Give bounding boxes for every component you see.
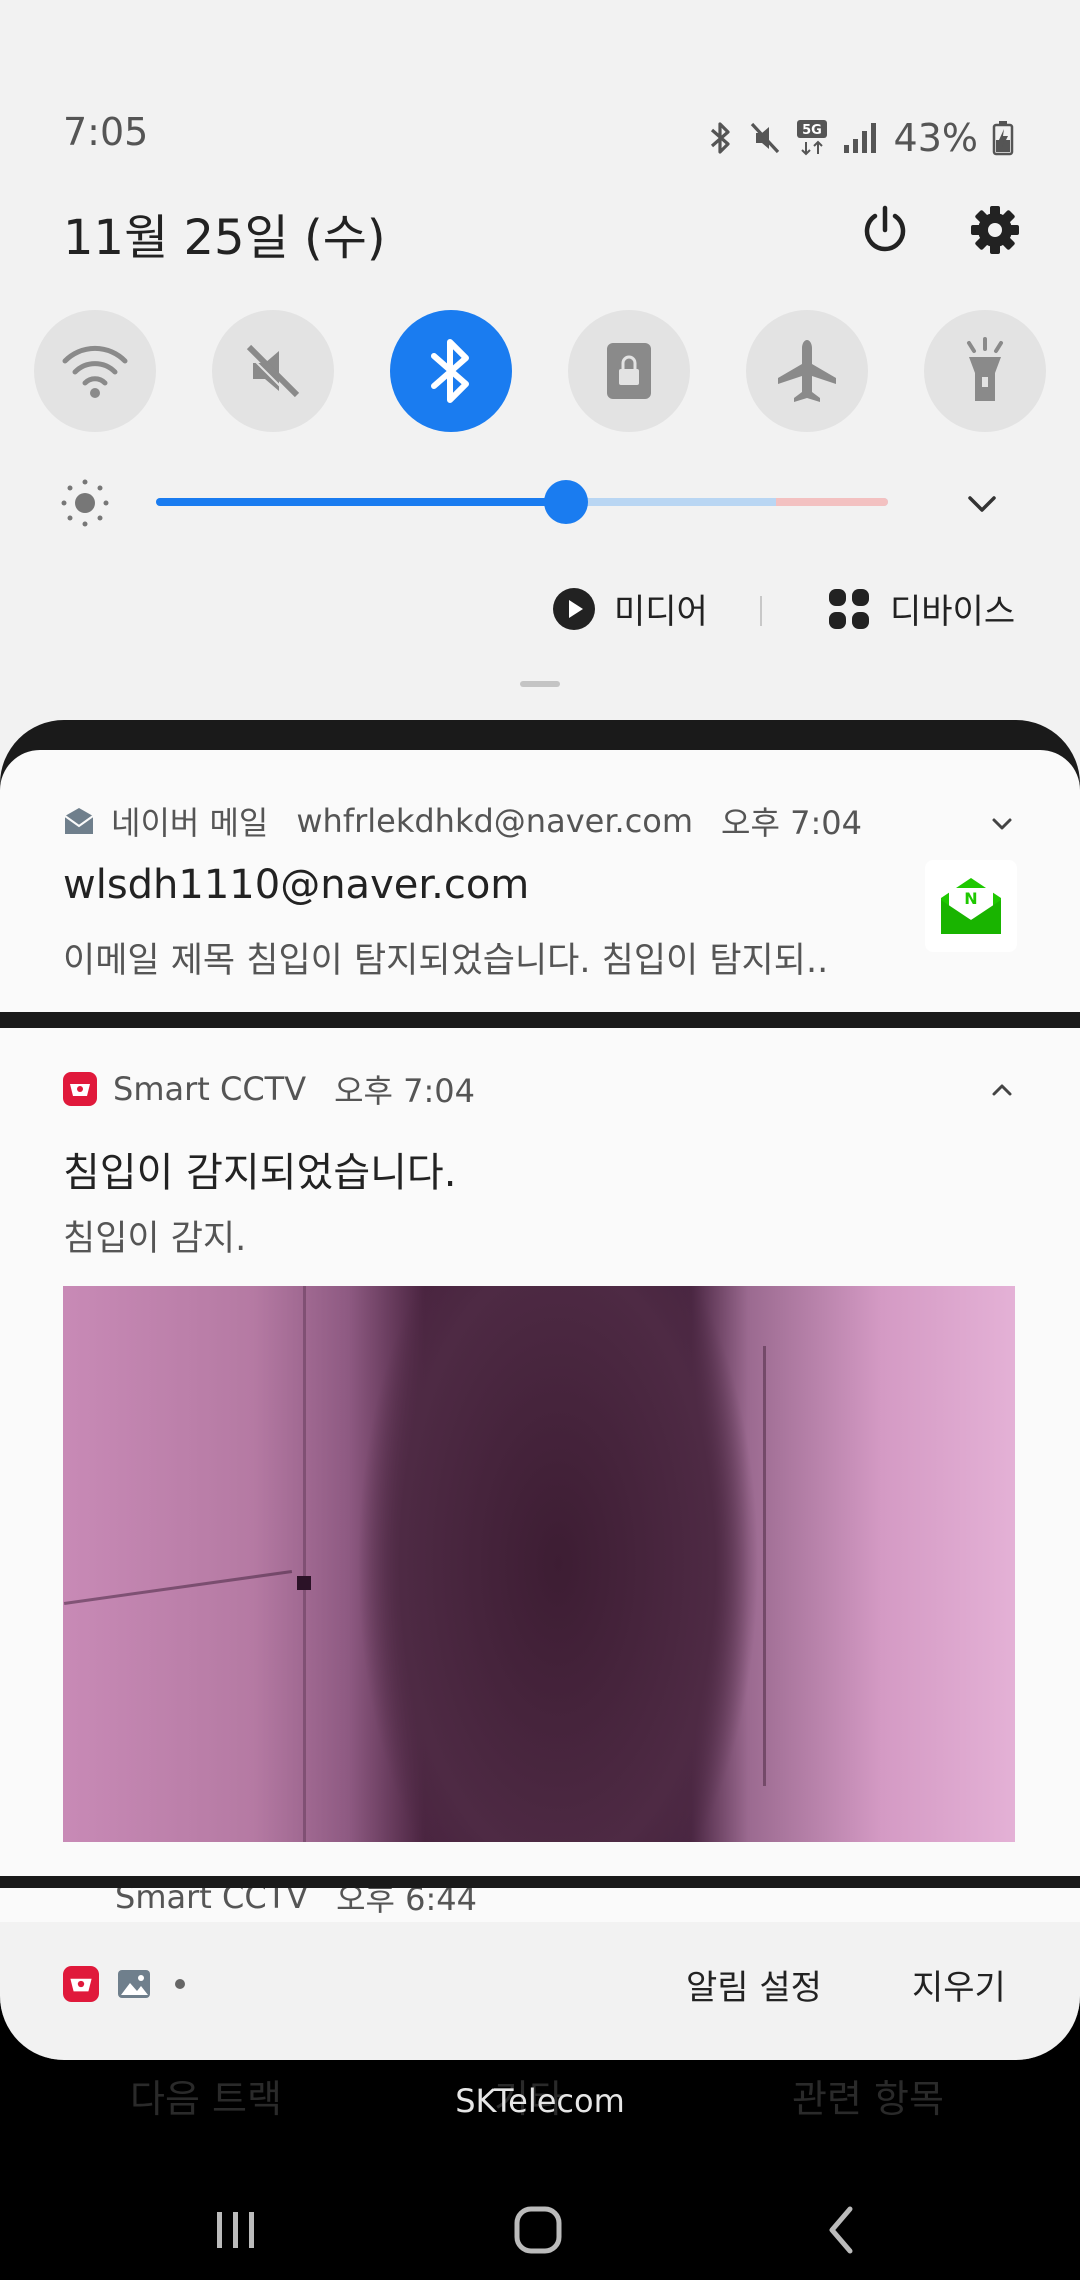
smart-cctv-app-icon: [63, 1072, 97, 1106]
app-name: Smart CCTV: [115, 1888, 309, 1916]
divider: [760, 596, 762, 626]
more-indicator: [175, 1979, 185, 1989]
settings-button[interactable]: [967, 202, 1023, 258]
account-email: whfrlekdhkd@naver.com: [296, 802, 694, 840]
tile-wifi[interactable]: [34, 310, 156, 432]
cctv-snapshot-image[interactable]: [63, 1286, 1015, 1842]
mute-icon: [244, 344, 300, 400]
media-device-row: 미디어 디바이스: [0, 580, 1080, 640]
navigation-bar: [0, 2170, 1080, 2280]
notification-body: 이메일 제목 침입이 탐지되었습니다. 침입이 탐지되..: [63, 941, 829, 981]
image-detail: [63, 1570, 293, 1605]
battery-icon: [992, 121, 1014, 156]
app-name: 네이버 메일: [111, 804, 269, 842]
naver-mail-logo-icon: N: [941, 878, 1001, 934]
brightness-thumb[interactable]: [543, 480, 588, 524]
play-icon: [553, 587, 595, 630]
mail-app-icon: [64, 808, 94, 834]
clear-button[interactable]: 지우기: [912, 1960, 1006, 2009]
status-time: 7:05: [63, 110, 149, 154]
date-row: 11월 25일 (수): [63, 198, 1023, 268]
devices-grid-icon: [829, 588, 869, 629]
bluetooth-icon: [431, 339, 469, 403]
brightness-fill: [156, 498, 566, 506]
image-detail: [303, 1286, 306, 1842]
image-detail: [763, 1346, 766, 1786]
media-button[interactable]: 미디어: [552, 584, 708, 633]
devices-button[interactable]: 디바이스: [828, 584, 1015, 633]
notification-title: 침입이 감지되었습니다.: [63, 1150, 457, 1196]
brightness-slider[interactable]: [156, 480, 888, 524]
notification-time: 오후 7:04: [334, 1072, 476, 1110]
brightness-warning-zone: [776, 498, 888, 506]
back-icon: [829, 2206, 853, 2254]
home-button[interactable]: [508, 2200, 568, 2260]
brightness-icon: [61, 479, 109, 527]
svg-text:N: N: [964, 889, 977, 908]
chevron-down-icon: [968, 496, 996, 512]
date-text: 11월 25일 (수): [63, 210, 386, 266]
tile-flashlight[interactable]: [924, 310, 1046, 432]
tile-portrait-lock[interactable]: [568, 310, 690, 432]
signal-icon: [843, 123, 876, 153]
power-button[interactable]: [857, 202, 913, 258]
recents-icon: [217, 2212, 254, 2248]
smart-cctv-app-icon: [63, 1966, 99, 2002]
recents-button[interactable]: [206, 2200, 266, 2260]
notification-app-icons: [63, 1966, 185, 2002]
lock-icon: [607, 343, 651, 399]
notification-header: Smart CCTV 오후 6:44: [63, 1888, 477, 1920]
devices-label: 디바이스: [890, 592, 1016, 632]
bluetooth-icon: [710, 122, 730, 154]
gear-icon: [971, 206, 1019, 254]
notification-header: 네이버 메일 whfrlekdhkd@naver.com 오후 7:04: [63, 798, 862, 844]
tile-airplane[interactable]: [746, 310, 868, 432]
wifi-icon: [62, 345, 128, 398]
app-name: Smart CCTV: [113, 1070, 307, 1108]
5g-icon: 5G: [796, 120, 827, 156]
svg-text:5G: 5G: [802, 123, 822, 138]
image-detail: [297, 1576, 311, 1590]
mute-icon: [750, 122, 779, 154]
flashlight-icon: [967, 337, 1003, 401]
tile-sound[interactable]: [212, 310, 334, 432]
media-label: 미디어: [614, 592, 708, 632]
status-icons: 5G 43%: [706, 116, 1014, 160]
quick-settings-tiles: [34, 310, 1046, 432]
notification-time: 오후 7:04: [721, 804, 862, 842]
notification-peek[interactable]: Smart CCTV 오후 6:44: [0, 1888, 1080, 1924]
chevron-down-icon[interactable]: [986, 808, 1018, 840]
carrier-label: SKTelecom: [455, 2082, 625, 2120]
notification-actions-bar: 알림 설정 지우기: [0, 1922, 1080, 2060]
back-button[interactable]: [812, 2200, 872, 2260]
notification-naver-mail[interactable]: 네이버 메일 whfrlekdhkd@naver.com 오후 7:04 wls…: [0, 750, 1080, 1012]
notification-body: 침입이 감지.: [63, 1219, 247, 1259]
chevron-up-icon[interactable]: [986, 1074, 1018, 1106]
notification-time: 오후 6:44: [336, 1888, 478, 1918]
tile-bluetooth[interactable]: [390, 310, 512, 432]
notification-settings-button[interactable]: 알림 설정: [686, 1960, 822, 2009]
naver-mail-thumbnail: N: [925, 860, 1017, 952]
status-bar: 7:05 5G 43%: [0, 110, 1080, 160]
expand-button[interactable]: [960, 482, 1004, 526]
battery-percent: 43%: [893, 116, 978, 160]
airplane-icon: [778, 340, 836, 402]
notification-title: wlsdh1110@naver.com: [63, 862, 530, 908]
notification-header: Smart CCTV 오후 7:04: [63, 1066, 475, 1112]
brightness-row: [0, 470, 1080, 534]
gallery-icon: [118, 1970, 150, 1998]
drag-handle[interactable]: [520, 681, 560, 687]
quick-settings-panel: 7:05 5G 43% 11월 25일 (수) 미디어 디바이스 네이버 메일 …: [0, 0, 1080, 2060]
home-icon: [514, 2206, 562, 2254]
power-icon: [864, 205, 906, 252]
